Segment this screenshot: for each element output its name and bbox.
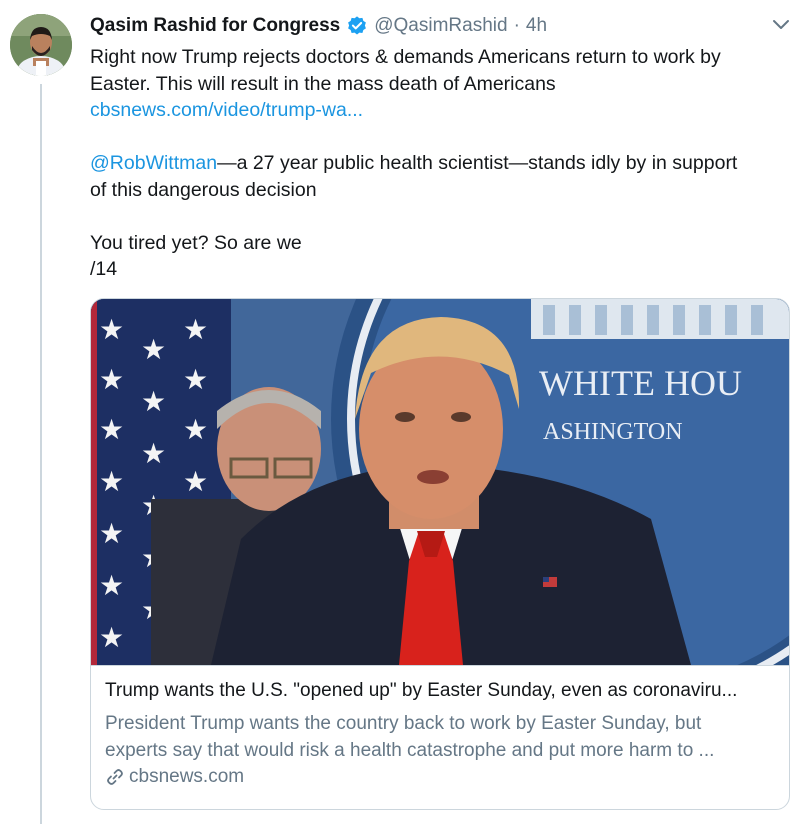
link-preview-card[interactable]: WHITE HOU ASHINGTON ★★★ ★★★ ★★★ ★★★ ★★★ … (90, 298, 790, 810)
verified-badge-icon (346, 15, 368, 37)
tweet-text-segment: —a 27 year public health scientist—stand… (217, 152, 738, 174)
avatar-image (10, 14, 72, 76)
tweet-body: Right now Trump rejects doctors & demand… (90, 44, 790, 283)
svg-text:★: ★ (183, 414, 208, 445)
card-text-area[interactable]: Trump wants the U.S. "opened up" by East… (91, 665, 789, 809)
seal-text-line-2: ASHINGTON (543, 419, 683, 445)
svg-text:★: ★ (141, 438, 166, 469)
thread-connector-line (40, 84, 42, 824)
tweet-text-line: Right now Trump rejects doctors & demand… (90, 46, 721, 68)
avatar[interactable] (10, 14, 72, 76)
card-description: President Trump wants the country back t… (105, 710, 775, 764)
svg-text:★: ★ (99, 622, 124, 653)
article-link[interactable]: cbsnews.com/video/trump-wa... (90, 99, 363, 121)
author-name[interactable]: Qasim Rashid for Congress (90, 15, 340, 37)
seal-text-line-1: WHITE HOU (539, 363, 742, 403)
tweet-timestamp[interactable]: 4h (526, 15, 547, 37)
tweet-text-line: of this dangerous decision (90, 178, 317, 201)
card-domain: cbsnews.com (105, 766, 244, 788)
svg-text:★: ★ (99, 570, 124, 601)
author-handle[interactable]: @QasimRashid (374, 15, 507, 37)
mention-link[interactable]: @RobWittman (90, 152, 217, 174)
svg-text:★: ★ (99, 414, 124, 445)
svg-text:★: ★ (99, 518, 124, 549)
tweet-text-line: Easter. This will result in the mass dea… (90, 72, 556, 95)
card-image[interactable]: WHITE HOU ASHINGTON ★★★ ★★★ ★★★ ★★★ ★★★ … (91, 299, 789, 665)
card-domain-text: cbsnews.com (129, 766, 245, 787)
card-title: Trump wants the U.S. "opened up" by East… (105, 680, 738, 701)
svg-text:★: ★ (183, 314, 208, 345)
svg-text:★: ★ (99, 466, 124, 497)
svg-text:★: ★ (141, 334, 166, 365)
link-icon (105, 767, 125, 787)
card-description-line: experts say that would risk a health cat… (105, 740, 715, 761)
tweet-text-line: You tired yet? So are we (90, 231, 302, 254)
card-description-line: President Trump wants the country back t… (105, 713, 702, 734)
tweet-header: Qasim Rashid for Congress @QasimRashid ·… (90, 14, 547, 38)
svg-text:★: ★ (99, 364, 124, 395)
chevron-down-icon[interactable] (770, 14, 792, 36)
svg-text:★: ★ (183, 466, 208, 497)
separator-dot: · (513, 15, 520, 36)
svg-text:★: ★ (183, 364, 208, 395)
svg-text:★: ★ (141, 386, 166, 417)
tweet-text-line: /14 (90, 258, 118, 280)
svg-text:★: ★ (99, 314, 124, 345)
